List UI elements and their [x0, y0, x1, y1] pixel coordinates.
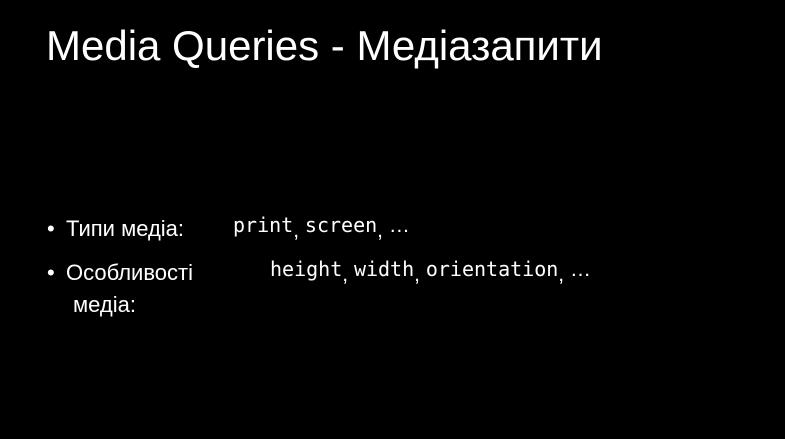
- ellipsis: …: [569, 258, 591, 281]
- value-print: print: [233, 213, 294, 237]
- separator: ,: [558, 263, 565, 286]
- media-types-label: Типи медіа:: [66, 216, 185, 241]
- bullet-dot: •: [47, 260, 55, 285]
- media-types-values: print, screen, …: [233, 208, 410, 243]
- ellipsis: …: [388, 214, 410, 237]
- value-orientation: orientation: [425, 257, 559, 281]
- separator: ,: [414, 263, 420, 286]
- value-width: width: [353, 257, 415, 281]
- media-features-label-line2: медіа:: [73, 292, 136, 317]
- separator: ,: [342, 263, 349, 286]
- media-features-label: Особливості: [66, 260, 193, 285]
- media-features-values: height, width, orientation, …: [270, 252, 591, 287]
- bullet-dot: •: [47, 216, 55, 241]
- value-screen: screen: [304, 213, 378, 237]
- slide-title: Media Queries - Медіазапити: [46, 22, 603, 69]
- value-height: height: [270, 257, 343, 281]
- separator: ,: [377, 219, 383, 242]
- separator: ,: [293, 219, 300, 242]
